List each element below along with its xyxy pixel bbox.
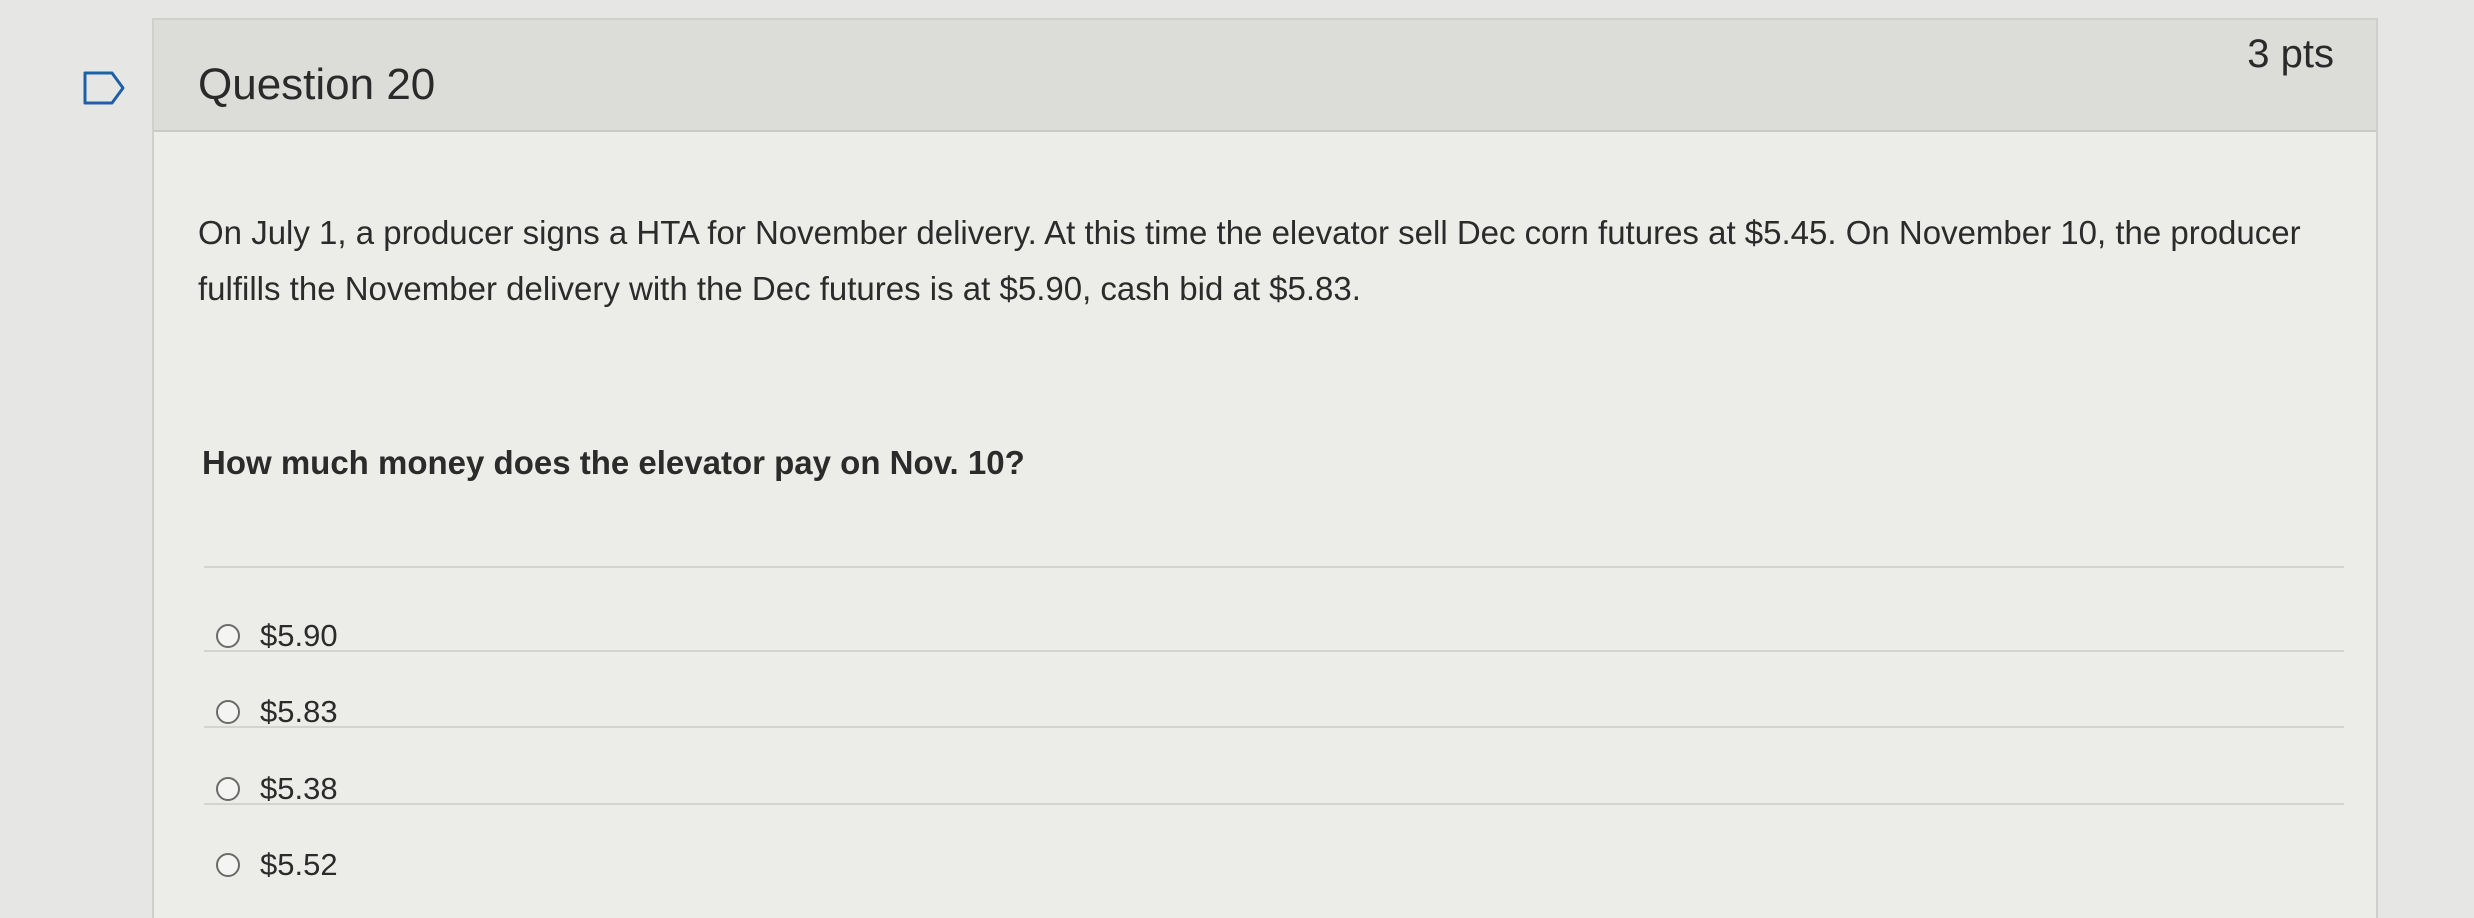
answer-option[interactable]: $5.38 (216, 759, 338, 819)
answer-divider (204, 803, 2344, 805)
question-text: On July 1, a producer signs a HTA for No… (198, 214, 2301, 307)
answer-label: $5.83 (260, 694, 338, 729)
answer-label: $5.52 (260, 847, 338, 882)
radio-button-icon[interactable] (216, 624, 240, 648)
answer-option[interactable]: $5.90 (216, 606, 338, 666)
question-points: 3 pts (2247, 32, 2334, 76)
answer-label: $5.90 (260, 618, 338, 653)
answer-divider (204, 650, 2344, 652)
radio-button-icon[interactable] (216, 777, 240, 801)
answer-option[interactable]: $5.83 (216, 682, 338, 742)
radio-button-icon[interactable] (216, 700, 240, 724)
answers-divider (204, 566, 2344, 568)
answer-divider (204, 726, 2344, 728)
radio-button-icon[interactable] (216, 853, 240, 877)
question-prompt: How much money does the elevator pay on … (202, 444, 1025, 481)
question-card: Question 20 3 pts On July 1, a producer … (152, 18, 2378, 918)
answer-label: $5.38 (260, 771, 338, 806)
question-title: Question 20 (198, 60, 436, 109)
flag-question-icon[interactable] (82, 70, 126, 106)
answer-option[interactable]: $5.52 (216, 835, 338, 895)
question-header: Question 20 3 pts (154, 20, 2376, 132)
